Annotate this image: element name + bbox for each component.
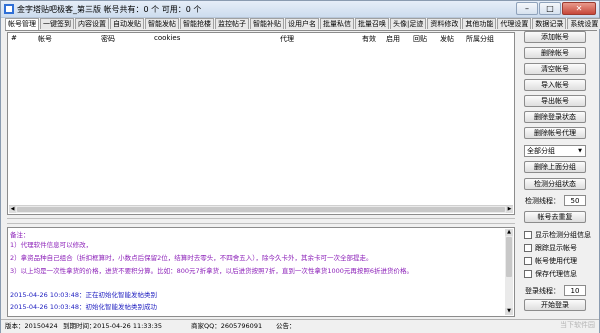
login-threads-input[interactable]: 10 xyxy=(564,285,586,296)
panel-splitter[interactable] xyxy=(7,218,515,224)
scroll-left-icon[interactable]: ◀ xyxy=(9,206,16,213)
group-select[interactable]: 全部分组 ▼ xyxy=(524,145,586,157)
track-account-checkbox[interactable]: 跟踪显示帐号 xyxy=(524,243,577,253)
checkbox-label: 跟踪显示帐号 xyxy=(535,244,577,252)
merchant-qq: 商家QQ：2605796091 xyxy=(191,322,263,330)
title-bar: 金字塔贴吧极客_第三版 帐号共有：0 个 可用：0 个 – □ ✕ xyxy=(1,1,599,18)
tab-system-settings[interactable]: 系统设置 xyxy=(567,18,600,29)
tab-avatar-footprint[interactable]: 头像|足迹 xyxy=(390,18,427,29)
window-title: 金字塔贴吧极客_第三版 帐号共有：0 个 可用：0 个 xyxy=(17,5,202,14)
col-account[interactable]: 帐号 xyxy=(38,34,52,44)
maximize-button[interactable]: □ xyxy=(539,2,561,15)
scroll-down-icon[interactable]: ▼ xyxy=(505,308,513,315)
delete-login-state-button[interactable]: 删除登录状态 xyxy=(524,111,586,123)
tab-other-functions[interactable]: 其他功能 xyxy=(462,18,497,29)
checkbox-label: 显示检测分组信息 xyxy=(535,231,591,239)
watermark: 当下软件园 xyxy=(560,321,595,329)
tab-auto-post[interactable]: 自动发贴 xyxy=(110,18,144,29)
delete-account-button[interactable]: 删除帐号 xyxy=(524,47,586,59)
tab-smart-grab-floor[interactable]: 智能抢楼 xyxy=(180,18,214,29)
minimize-button[interactable]: – xyxy=(516,2,538,15)
tab-one-click-signin[interactable]: 一键签到 xyxy=(40,18,74,29)
tab-set-username[interactable]: 设用户名 xyxy=(285,18,319,29)
expire-label: 到期时间： xyxy=(63,322,96,330)
account-table[interactable]: # 帐号 密码 cookies 代理 有效 启用 回贴 发帖 所属分组 ◀ ▶ xyxy=(7,32,515,215)
col-reply[interactable]: 回贴 xyxy=(413,34,427,44)
scroll-thumb[interactable] xyxy=(506,237,512,277)
checkbox-box[interactable] xyxy=(524,270,532,278)
log-vertical-scrollbar[interactable]: ▲ ▼ xyxy=(505,229,513,315)
tab-account-management[interactable]: 帐号管理 xyxy=(5,18,39,30)
checkbox-label: 帐号使用代理 xyxy=(535,257,577,265)
version-text: 版本：20150424 xyxy=(5,322,58,330)
tab-smart-post[interactable]: 智能发帖 xyxy=(145,18,179,29)
dedupe-accounts-button[interactable]: 帐号去重复 xyxy=(524,211,586,223)
import-accounts-button[interactable]: 导入帐号 xyxy=(524,79,586,91)
clear-accounts-button[interactable]: 清空帐号 xyxy=(524,63,586,75)
col-proxy[interactable]: 代理 xyxy=(280,34,294,44)
log-line: 2015-04-26 10:03:48：初始化智能发帖类别成功 xyxy=(10,303,158,311)
table-header: # 帐号 密码 cookies 代理 有效 启用 回贴 发帖 所属分组 xyxy=(8,33,514,44)
start-login-button[interactable]: 开始登录 xyxy=(524,299,586,311)
col-valid[interactable]: 有效 xyxy=(362,34,376,44)
app-icon xyxy=(4,4,14,14)
log-line: 备注： xyxy=(10,231,30,239)
login-threads-label: 登录线程： xyxy=(525,287,560,295)
check-threads-label: 检测线程： xyxy=(525,197,560,205)
group-select-value: 全部分组 xyxy=(527,147,555,155)
log-line: 2）拿资品种自己组合（折扣框算时，小数点后保留2位，结算时去零头，不四舍五入），… xyxy=(10,254,373,262)
export-accounts-button[interactable]: 导出帐号 xyxy=(524,95,586,107)
tab-bar: 帐号管理 一键签到 内容设置 自动发贴 智能发帖 智能抢楼 监控帖子 智能补贴 … xyxy=(5,18,600,31)
delete-account-proxy-button[interactable]: 删除帐号代理 xyxy=(524,127,586,139)
col-index[interactable]: # xyxy=(11,34,17,42)
tab-batch-summon[interactable]: 批量召唤 xyxy=(355,18,389,29)
notice-label: 公告： xyxy=(276,322,296,330)
checkbox-box[interactable] xyxy=(524,231,532,239)
log-panel: 备注： 1）代理软件信息可以修改， 2）拿资品种自己组合（折扣框算时，小数点后保… xyxy=(7,227,515,317)
check-group-status-button[interactable]: 检测分组状态 xyxy=(524,178,586,190)
tab-proxy-settings[interactable]: 代理设置 xyxy=(497,18,532,29)
col-group[interactable]: 所属分组 xyxy=(466,34,494,44)
col-password[interactable]: 密码 xyxy=(101,34,115,44)
save-proxy-info-checkbox[interactable]: 保存代理信息 xyxy=(524,269,577,279)
scroll-thumb[interactable] xyxy=(17,207,505,212)
add-account-button[interactable]: 添加帐号 xyxy=(524,31,586,43)
status-bar: 版本：20150424 到期时间： 2015-04-26 11:33:35 商家… xyxy=(1,319,599,333)
expire-value: 2015-04-26 11:33:35 xyxy=(93,322,163,330)
log-line: 2015-04-26 10:03:48：正在初始化智能发帖类别 xyxy=(10,291,158,299)
col-cookies[interactable]: cookies xyxy=(154,34,180,42)
col-post[interactable]: 发帖 xyxy=(440,34,454,44)
scroll-right-icon[interactable]: ▶ xyxy=(506,206,513,213)
tab-batch-message[interactable]: 批量私信 xyxy=(320,18,354,29)
checkbox-box[interactable] xyxy=(524,257,532,265)
scroll-up-icon[interactable]: ▲ xyxy=(505,229,513,236)
show-group-info-checkbox[interactable]: 显示检测分组信息 xyxy=(524,230,591,240)
delete-group-button[interactable]: 删除上面分组 xyxy=(524,161,586,173)
log-line: 1）代理软件信息可以修改， xyxy=(10,241,93,249)
main-window: 金字塔贴吧极客_第三版 帐号共有：0 个 可用：0 个 – □ ✕ 帐号管理 一… xyxy=(0,0,600,333)
tab-monitor-posts[interactable]: 监控帖子 xyxy=(215,18,249,29)
use-proxy-checkbox[interactable]: 帐号使用代理 xyxy=(524,256,577,266)
tab-data-records[interactable]: 数据记录 xyxy=(532,18,567,29)
checkbox-label: 保存代理信息 xyxy=(535,270,577,278)
col-enabled[interactable]: 启用 xyxy=(386,34,400,44)
tab-content-settings[interactable]: 内容设置 xyxy=(75,18,109,29)
check-threads-input[interactable]: 50 xyxy=(564,195,586,206)
tab-profile-edit[interactable]: 资料修改 xyxy=(427,18,462,29)
log-line: 3）以上均是一次性拿货的价格，进货不要积分算。比如：800元7折拿货，以后进货按… xyxy=(10,267,413,275)
tab-smart-replenish[interactable]: 智能补贴 xyxy=(250,18,284,29)
chevron-down-icon[interactable]: ▼ xyxy=(575,146,585,156)
checkbox-box[interactable] xyxy=(524,244,532,252)
close-button[interactable]: ✕ xyxy=(562,2,596,15)
table-horizontal-scrollbar[interactable]: ◀ ▶ xyxy=(9,205,513,213)
